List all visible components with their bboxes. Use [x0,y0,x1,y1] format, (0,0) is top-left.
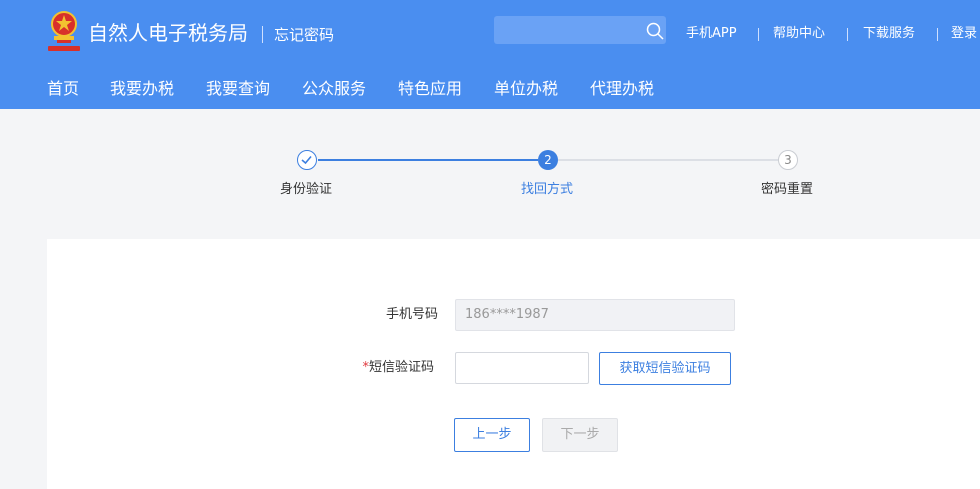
help-center-link[interactable]: 帮助中心 [773,24,825,44]
link-divider [847,28,848,41]
step-2-label: 找回方式 [520,182,574,197]
phone-label-text: 手机号码 [385,307,438,322]
nav-agent-tax[interactable]: 代理办税 [590,77,654,101]
nav-query[interactable]: 我要查询 [206,77,270,101]
phone-label: 手机号码 [330,306,438,324]
download-service-link[interactable]: 下载服务 [863,24,915,44]
main-nav: 首页 我要办税 我要查询 公众服务 特色应用 单位办税 代理办税 [0,77,980,101]
phone-number-field: 186****1987 [455,299,735,331]
step-line-completed [318,159,538,161]
nav-public-service[interactable]: 公众服务 [302,77,366,101]
get-sms-code-button[interactable]: 获取短信验证码 [599,352,731,385]
nav-tax-handling[interactable]: 我要办税 [110,77,174,101]
previous-step-button[interactable]: 上一步 [454,418,530,452]
link-divider [758,28,759,41]
step-2-circle: 2 [538,150,558,170]
nav-employer-tax[interactable]: 单位办税 [494,77,558,101]
step-1-label: 身份验证 [279,182,333,197]
step-3-circle: 3 [778,150,798,170]
login-link[interactable]: 登录 [951,24,977,44]
sms-code-input[interactable] [455,352,589,384]
top-header: 自然人电子税务局 忘记密码 手机APP 帮助中心 下载服务 登录 首页 我要办税… [0,0,980,109]
check-icon [301,155,312,165]
mobile-app-link[interactable]: 手机APP [686,24,737,44]
link-divider [937,28,938,41]
nav-featured-apps[interactable]: 特色应用 [398,77,462,101]
step-1-circle [297,150,317,170]
step-line-pending [558,159,778,161]
nav-home[interactable]: 首页 [47,77,79,101]
sms-label: *短信验证码 [330,359,434,377]
top-links: 手机APP 帮助中心 下载服务 登录 [0,24,980,44]
next-step-button: 下一步 [542,418,618,452]
sms-label-text: 短信验证码 [368,360,434,375]
step-3-label: 密码重置 [760,182,814,197]
